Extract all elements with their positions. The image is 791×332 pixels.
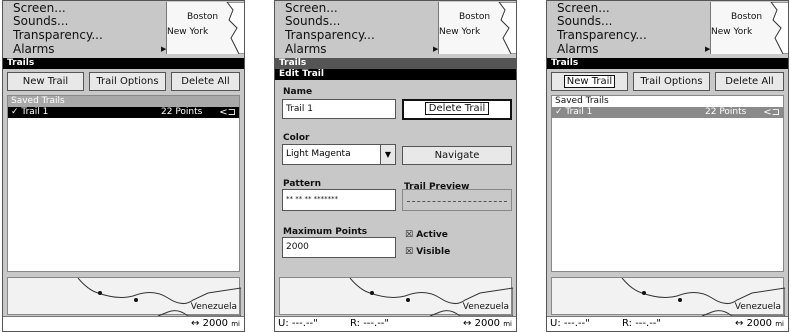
delete-trail-button[interactable]: Delete Trail <box>402 99 512 120</box>
scale-readout: ↔ 2000 mi <box>191 317 240 331</box>
menu-item-sounds[interactable]: Sounds... <box>13 15 68 28</box>
menu-item-alarms[interactable]: Alarms <box>13 43 55 56</box>
trail-points: 22 Points <box>161 107 203 117</box>
top-menu: Screen... Sounds... Transparency... Alar… <box>275 1 516 59</box>
scale-value: 2000 <box>202 318 229 329</box>
max-points-label: Maximum Points <box>283 227 368 237</box>
trail-name-field[interactable]: Trail 1 <box>282 99 396 119</box>
new-trail-label: New Trail <box>563 75 616 88</box>
delete-trail-label: Delete Trail <box>424 102 490 115</box>
edit-trail-dialog: Name Trail 1 Delete Trail Color Light Ma… <box>275 81 516 271</box>
city-label-boston: Boston <box>731 12 763 22</box>
menu-item-alarms[interactable]: Alarms <box>557 43 599 56</box>
trail-preview <box>402 189 512 211</box>
city-label-boston: Boston <box>187 12 219 22</box>
scale-unit: mi <box>231 320 240 328</box>
max-points-field[interactable]: 2000 <box>282 237 396 258</box>
top-menu: Screen... Sounds... Transparency... Alar… <box>3 1 244 59</box>
scale-value: 2000 <box>474 318 501 329</box>
double-arrow-icon: ↔ <box>735 318 744 329</box>
menu-item-transparency[interactable]: Transparency... <box>557 29 647 42</box>
menu-item-transparency[interactable]: Transparency... <box>13 29 103 42</box>
saved-trails-list: Saved Trails ✓ Trail 1 22 Points <⊐ <box>551 95 784 272</box>
pattern-field[interactable]: ** ** ** ******* <box>282 189 396 211</box>
status-bar: U: ---.--" R: ---.--" ↔ 2000 mi <box>275 316 516 331</box>
top-menu: Screen... Sounds... Transparency... Alar… <box>547 1 788 59</box>
bottom-map: Venezuela <box>279 277 513 316</box>
active-label: Active <box>416 230 448 240</box>
trails-screen-1: Screen... Sounds... Transparency... Alar… <box>2 0 245 332</box>
checkbox-x-icon: ☒ <box>405 247 414 257</box>
double-arrow-icon: ↔ <box>191 318 200 329</box>
country-label: Venezuela <box>734 302 781 312</box>
u-readout: U: ---.--" <box>278 318 318 329</box>
menu-item-transparency[interactable]: Transparency... <box>285 29 375 42</box>
map-thumbnail: Boston New York <box>438 2 516 54</box>
pattern-label: Pattern <box>283 179 321 189</box>
edit-trail-screen: Screen... Sounds... Transparency... Alar… <box>274 0 517 332</box>
status-bar: U: ---.--" R: ---.--" ↔ 2000 mi <box>547 316 788 331</box>
active-checkbox[interactable]: ☒ Active <box>405 230 448 240</box>
trail-points: 22 Points <box>705 107 747 117</box>
bottom-map: Venezuela <box>551 277 785 316</box>
name-label: Name <box>283 87 313 97</box>
dialog-title: Edit Trail <box>275 69 516 80</box>
r-readout: R: ---.--" <box>622 318 662 329</box>
trail-options-button[interactable]: Trail Options <box>89 72 166 91</box>
delete-all-button[interactable]: Delete All <box>171 72 240 91</box>
trail-row[interactable]: ✓ Trail 1 22 Points <⊐ <box>8 107 239 118</box>
scale-value: 2000 <box>746 318 773 329</box>
visible-label: Visible <box>416 247 451 257</box>
page-title: Trails <box>3 58 244 69</box>
map-thumbnail: Boston New York <box>710 2 788 54</box>
country-label: Venezuela <box>462 302 509 312</box>
city-label-boston: Boston <box>459 12 491 22</box>
country-label: Venezuela <box>190 302 237 312</box>
trails-screen-2: Screen... Sounds... Transparency... Alar… <box>546 0 789 332</box>
status-bar: ↔ 2000 mi <box>3 316 244 331</box>
color-value: Light Magenta <box>286 149 351 159</box>
list-header: Saved Trails <box>8 96 239 107</box>
delete-all-button[interactable]: Delete All <box>715 72 784 91</box>
check-icon: ✓ <box>11 107 19 117</box>
color-select[interactable]: Light Magenta ▼ <box>282 144 396 165</box>
menu-item-sounds[interactable]: Sounds... <box>285 15 340 28</box>
new-trail-button[interactable]: New Trail <box>7 72 84 91</box>
page-title: Trails <box>547 58 788 69</box>
menu-item-sounds[interactable]: Sounds... <box>557 15 612 28</box>
u-readout: U: ---.--" <box>550 318 590 329</box>
map-thumbnail: Boston New York <box>166 2 244 54</box>
saved-trails-list: Saved Trails ✓ Trail 1 22 Points <⊐ <box>7 95 240 272</box>
r-readout: R: ---.--" <box>350 318 390 329</box>
visible-checkbox[interactable]: ☒ Visible <box>405 247 450 257</box>
cursor-arrow-icon: <⊐ <box>219 107 236 118</box>
chevron-down-icon[interactable]: ▼ <box>380 145 395 164</box>
trail-name: Trail 1 <box>565 107 593 117</box>
bottom-map: Venezuela <box>7 277 241 316</box>
scale-unit: mi <box>775 320 784 328</box>
list-header: Saved Trails <box>552 96 783 107</box>
navigate-button[interactable]: Navigate <box>402 146 512 165</box>
menu-item-alarms[interactable]: Alarms <box>285 43 327 56</box>
scale-readout: ↔ 2000 mi <box>463 317 512 331</box>
page-title: Trails <box>275 58 516 69</box>
trail-row[interactable]: ✓ Trail 1 22 Points <⊐ <box>552 107 783 118</box>
cursor-arrow-icon: <⊐ <box>763 107 780 118</box>
trail-options-button[interactable]: Trail Options <box>633 72 710 91</box>
preview-line <box>407 201 507 202</box>
new-trail-button[interactable]: New Trail <box>551 72 628 91</box>
scale-readout: ↔ 2000 mi <box>735 317 784 331</box>
scale-unit: mi <box>503 320 512 328</box>
double-arrow-icon: ↔ <box>463 318 472 329</box>
color-label: Color <box>283 133 310 143</box>
check-icon: ✓ <box>555 107 563 117</box>
checkbox-x-icon: ☒ <box>405 230 414 240</box>
city-label-new-york: New York <box>167 27 209 37</box>
city-label-new-york: New York <box>439 27 481 37</box>
trail-name: Trail 1 <box>21 107 49 117</box>
city-label-new-york: New York <box>711 27 753 37</box>
